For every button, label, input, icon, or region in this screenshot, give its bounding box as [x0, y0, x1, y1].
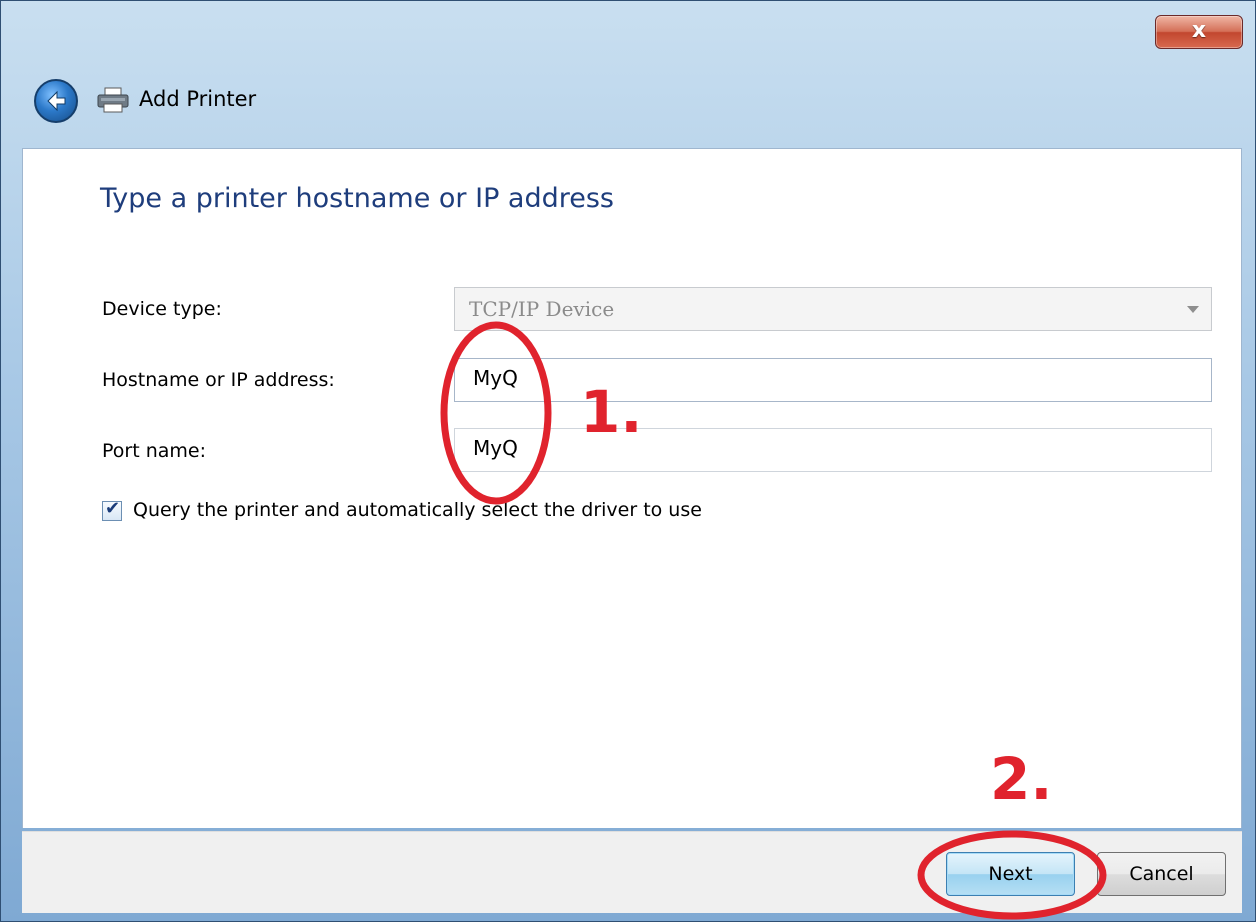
window-title: Add Printer	[139, 87, 257, 111]
back-arrow-icon	[47, 90, 66, 112]
hostname-input[interactable]: MyQ	[454, 358, 1212, 402]
printer-icon	[97, 87, 129, 113]
close-icon: x	[1191, 18, 1207, 43]
device-type-dropdown[interactable]: TCP/IP Device	[454, 287, 1212, 331]
device-type-value: TCP/IP Device	[469, 297, 615, 321]
annotation-step-2: 2.	[990, 745, 1053, 813]
query-printer-label[interactable]: Query the printer and automatically sele…	[133, 499, 702, 521]
back-button[interactable]	[34, 79, 78, 123]
query-printer-checkbox[interactable]: ✔	[102, 498, 122, 521]
annotation-step-1: 1.	[580, 378, 643, 446]
next-button[interactable]: Next	[946, 852, 1075, 896]
close-button[interactable]: x	[1155, 15, 1243, 49]
wizard-content-area	[22, 148, 1242, 828]
page-heading: Type a printer hostname or IP address	[100, 183, 615, 214]
cancel-button[interactable]: Cancel	[1097, 852, 1226, 896]
port-name-label: Port name:	[102, 440, 206, 462]
port-name-input[interactable]: MyQ	[454, 428, 1212, 472]
device-type-label: Device type:	[102, 298, 222, 320]
checkmark-icon: ✔	[105, 498, 121, 519]
hostname-label: Hostname or IP address:	[102, 369, 335, 391]
chevron-down-icon	[1187, 306, 1199, 313]
